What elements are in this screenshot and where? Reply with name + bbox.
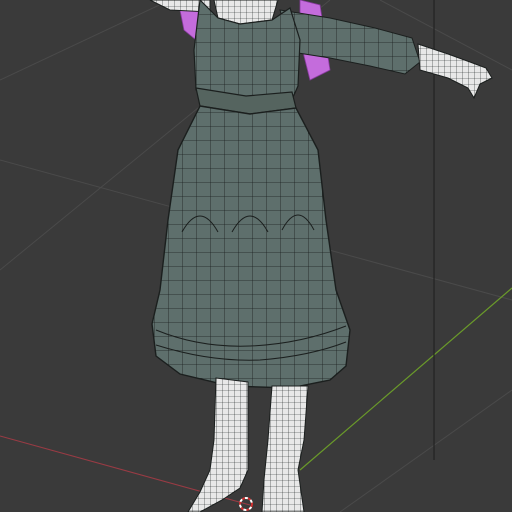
character-right-sleeve[interactable] xyxy=(279,9,421,75)
character-right-leg[interactable] xyxy=(261,385,309,512)
character-left-leg[interactable] xyxy=(187,377,249,512)
3d-viewport[interactable] xyxy=(0,0,512,512)
viewport-canvas[interactable] xyxy=(0,0,512,512)
character-right-hand[interactable] xyxy=(417,43,493,100)
